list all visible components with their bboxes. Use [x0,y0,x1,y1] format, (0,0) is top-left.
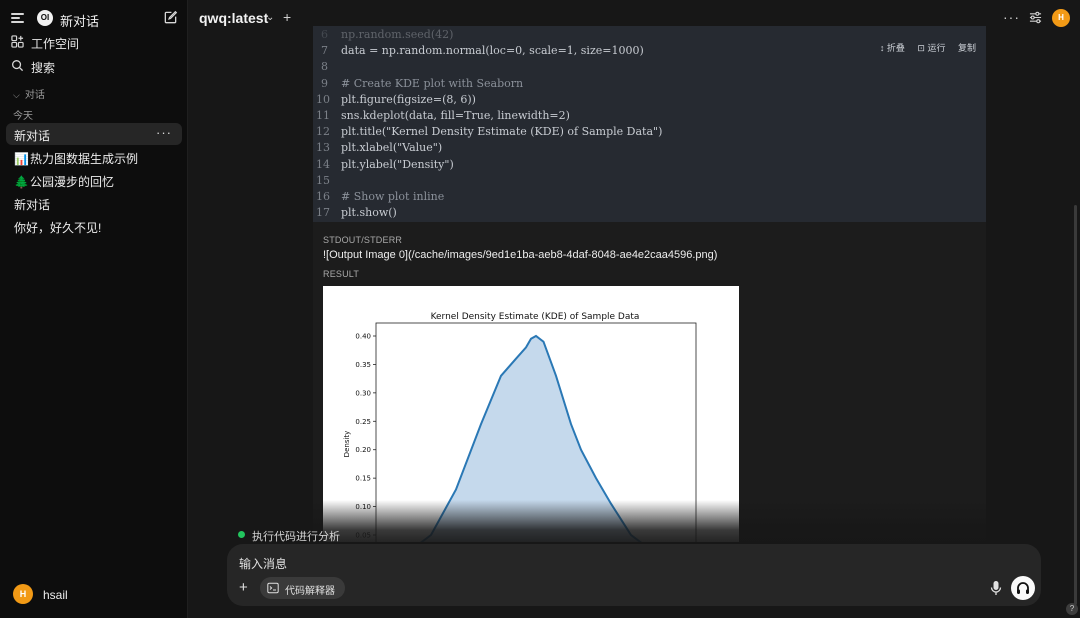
chat-item[interactable]: 新对话 [6,192,182,214]
message-input[interactable]: 输入消息 [239,555,287,572]
code-line: 7 data = np.random.normal(loc=0, scale=1,… [313,43,986,59]
chart-emoji-icon: 📊 [14,152,29,166]
headphones-icon [1017,582,1029,594]
code-line: 17 plt.show() [313,205,986,221]
status-text: 执行代码进行分析 [252,531,340,543]
line-source: # Show plot inline [341,190,445,203]
code-line: 6 np.random.seed(42) [313,27,986,43]
line-source: sns.kdeplot(data, fill=True, linewidth=2… [341,109,570,122]
line-source: plt.show() [341,206,397,220]
code-line: 8 [313,59,986,75]
result-label: RESULT [323,269,360,279]
terminal-icon [267,582,279,594]
workspace-icon [11,35,24,48]
code-line: 15 [313,173,986,189]
chip-label: 代码解释器 [285,586,335,597]
code-line: 14 plt.ylabel("Density") [313,157,986,173]
model-selector[interactable]: qwq:latest [199,10,268,26]
controls-icon[interactable] [1029,11,1042,24]
code-line: 10 plt.figure(figsize=(8, 6)) [313,92,986,108]
search-icon [12,60,24,72]
chat-item-label: 新对话 [14,129,51,143]
code-line: 12 plt.title("Kernel Density Estimate (KD… [313,124,986,140]
more-options-icon[interactable]: ··· [156,125,172,140]
chat-item-label: 你好，好久不见! [14,221,102,235]
sidebar-item-workspace[interactable]: 工作空间 [0,31,188,53]
line-source: plt.xlabel("Value") [341,141,443,155]
line-source: plt.figure(figsize=(8, 6)) [341,92,476,106]
line-source: plt.title("Kernel Density Estimate (KDE)… [341,125,663,139]
line-number: 7 [321,44,328,58]
more-options-icon[interactable]: ··· [1003,9,1020,25]
chat-item[interactable]: 📊热力图数据生成示例 [6,146,182,168]
line-number: 17 [316,206,330,220]
line-source: plt.ylabel("Density") [341,157,454,171]
chat-item[interactable]: 🌲公园漫步的回忆 [6,169,182,191]
scrollbar[interactable] [1074,205,1077,605]
user-name: hsail [43,588,68,602]
chat-item-label: 热力图数据生成示例 [30,152,139,166]
menu-icon[interactable] [11,11,25,25]
code-block: ↕ 折叠 ⊡ 运行 复制 6 np.random.seed(42) 7 data = … [313,26,986,222]
avatar[interactable]: H [1052,9,1070,27]
add-attachment-button[interactable]: + [239,579,248,596]
line-source: data = np.random.normal(loc=0, scale=1, … [341,44,644,58]
message-composer: 输入消息 + 代码解释器 [227,544,1041,606]
new-chat-title[interactable]: 新对话 [60,11,99,30]
code-output: STDOUT/STDERR ![Output Image 0](/cache/i… [313,222,986,542]
stdout-label: STDOUT/STDERR [323,235,403,245]
sidebar-item-label: 搜索 [31,61,56,75]
line-number: 11 [316,109,330,122]
sidebar-item-search[interactable]: 搜索 [0,55,188,77]
line-number: 15 [316,173,330,187]
y-tick-label: 0.35 [355,361,371,369]
y-tick-label: 0.15 [355,475,371,483]
chat-item-label: 公园漫步的回忆 [30,175,115,189]
add-model-button[interactable]: + [283,9,291,25]
line-number: 12 [316,125,330,139]
y-axis-label: Density [343,431,351,458]
code-line: 16 # Show plot inline [313,189,986,205]
code-line: 13 plt.xlabel("Value") [313,140,986,156]
line-source: # Create KDE plot with Seaborn [341,76,524,90]
help-button[interactable]: ? [1066,603,1078,615]
chat-item-label: 新对话 [14,198,51,212]
y-tick-label: 0.30 [355,389,371,397]
line-source: np.random.seed(42) [341,28,454,41]
status-dot [238,531,245,538]
chats-section-toggle[interactable]: ⌵ 对话 [13,86,45,101]
code-line: 11 sns.kdeplot(data, fill=True, linewidth… [313,108,986,124]
voice-mode-button[interactable] [1011,576,1035,600]
chevron-down-icon[interactable]: ⌄ [266,12,274,23]
chat-item-active[interactable]: 新对话 ··· [6,123,182,145]
line-number: 14 [316,157,330,171]
line-number: 9 [321,76,328,90]
y-tick-label: 0.40 [355,333,371,341]
avatar: H [13,584,33,604]
code-line: 9 # Create KDE plot with Seaborn [313,76,986,92]
line-number: 8 [321,60,328,74]
line-number: 10 [316,92,330,106]
sidebar: OI 新对话 工作空间 搜索 ⌵ 对话 今天 新对话 ··· 📊热力图数据生成示例 [0,0,188,618]
user-menu[interactable]: H hsail [13,584,173,606]
line-number: 6 [321,28,328,41]
chart-title: Kernel Density Estimate (KDE) of Sample … [431,312,640,322]
code-interpreter-toggle[interactable]: 代码解释器 [260,577,345,599]
new-chat-edit-icon[interactable] [163,10,178,25]
stdout-text: ![Output Image 0](/cache/images/9ed1e1ba… [323,249,718,261]
chat-item[interactable]: 你好，好久不见! [6,215,182,237]
line-number: 13 [316,141,330,155]
tree-emoji-icon: 🌲 [14,175,29,189]
y-tick-label: 0.25 [355,418,371,426]
line-number: 16 [316,190,330,203]
microphone-icon[interactable] [989,580,1003,596]
app-logo[interactable]: OI [37,10,53,26]
section-label: 对话 [24,90,45,101]
day-group-label: 今天 [13,111,33,122]
y-tick-label: 0.20 [355,446,371,454]
sidebar-item-label: 工作空间 [31,37,80,51]
chevron-down-icon: ⌵ [13,90,20,100]
